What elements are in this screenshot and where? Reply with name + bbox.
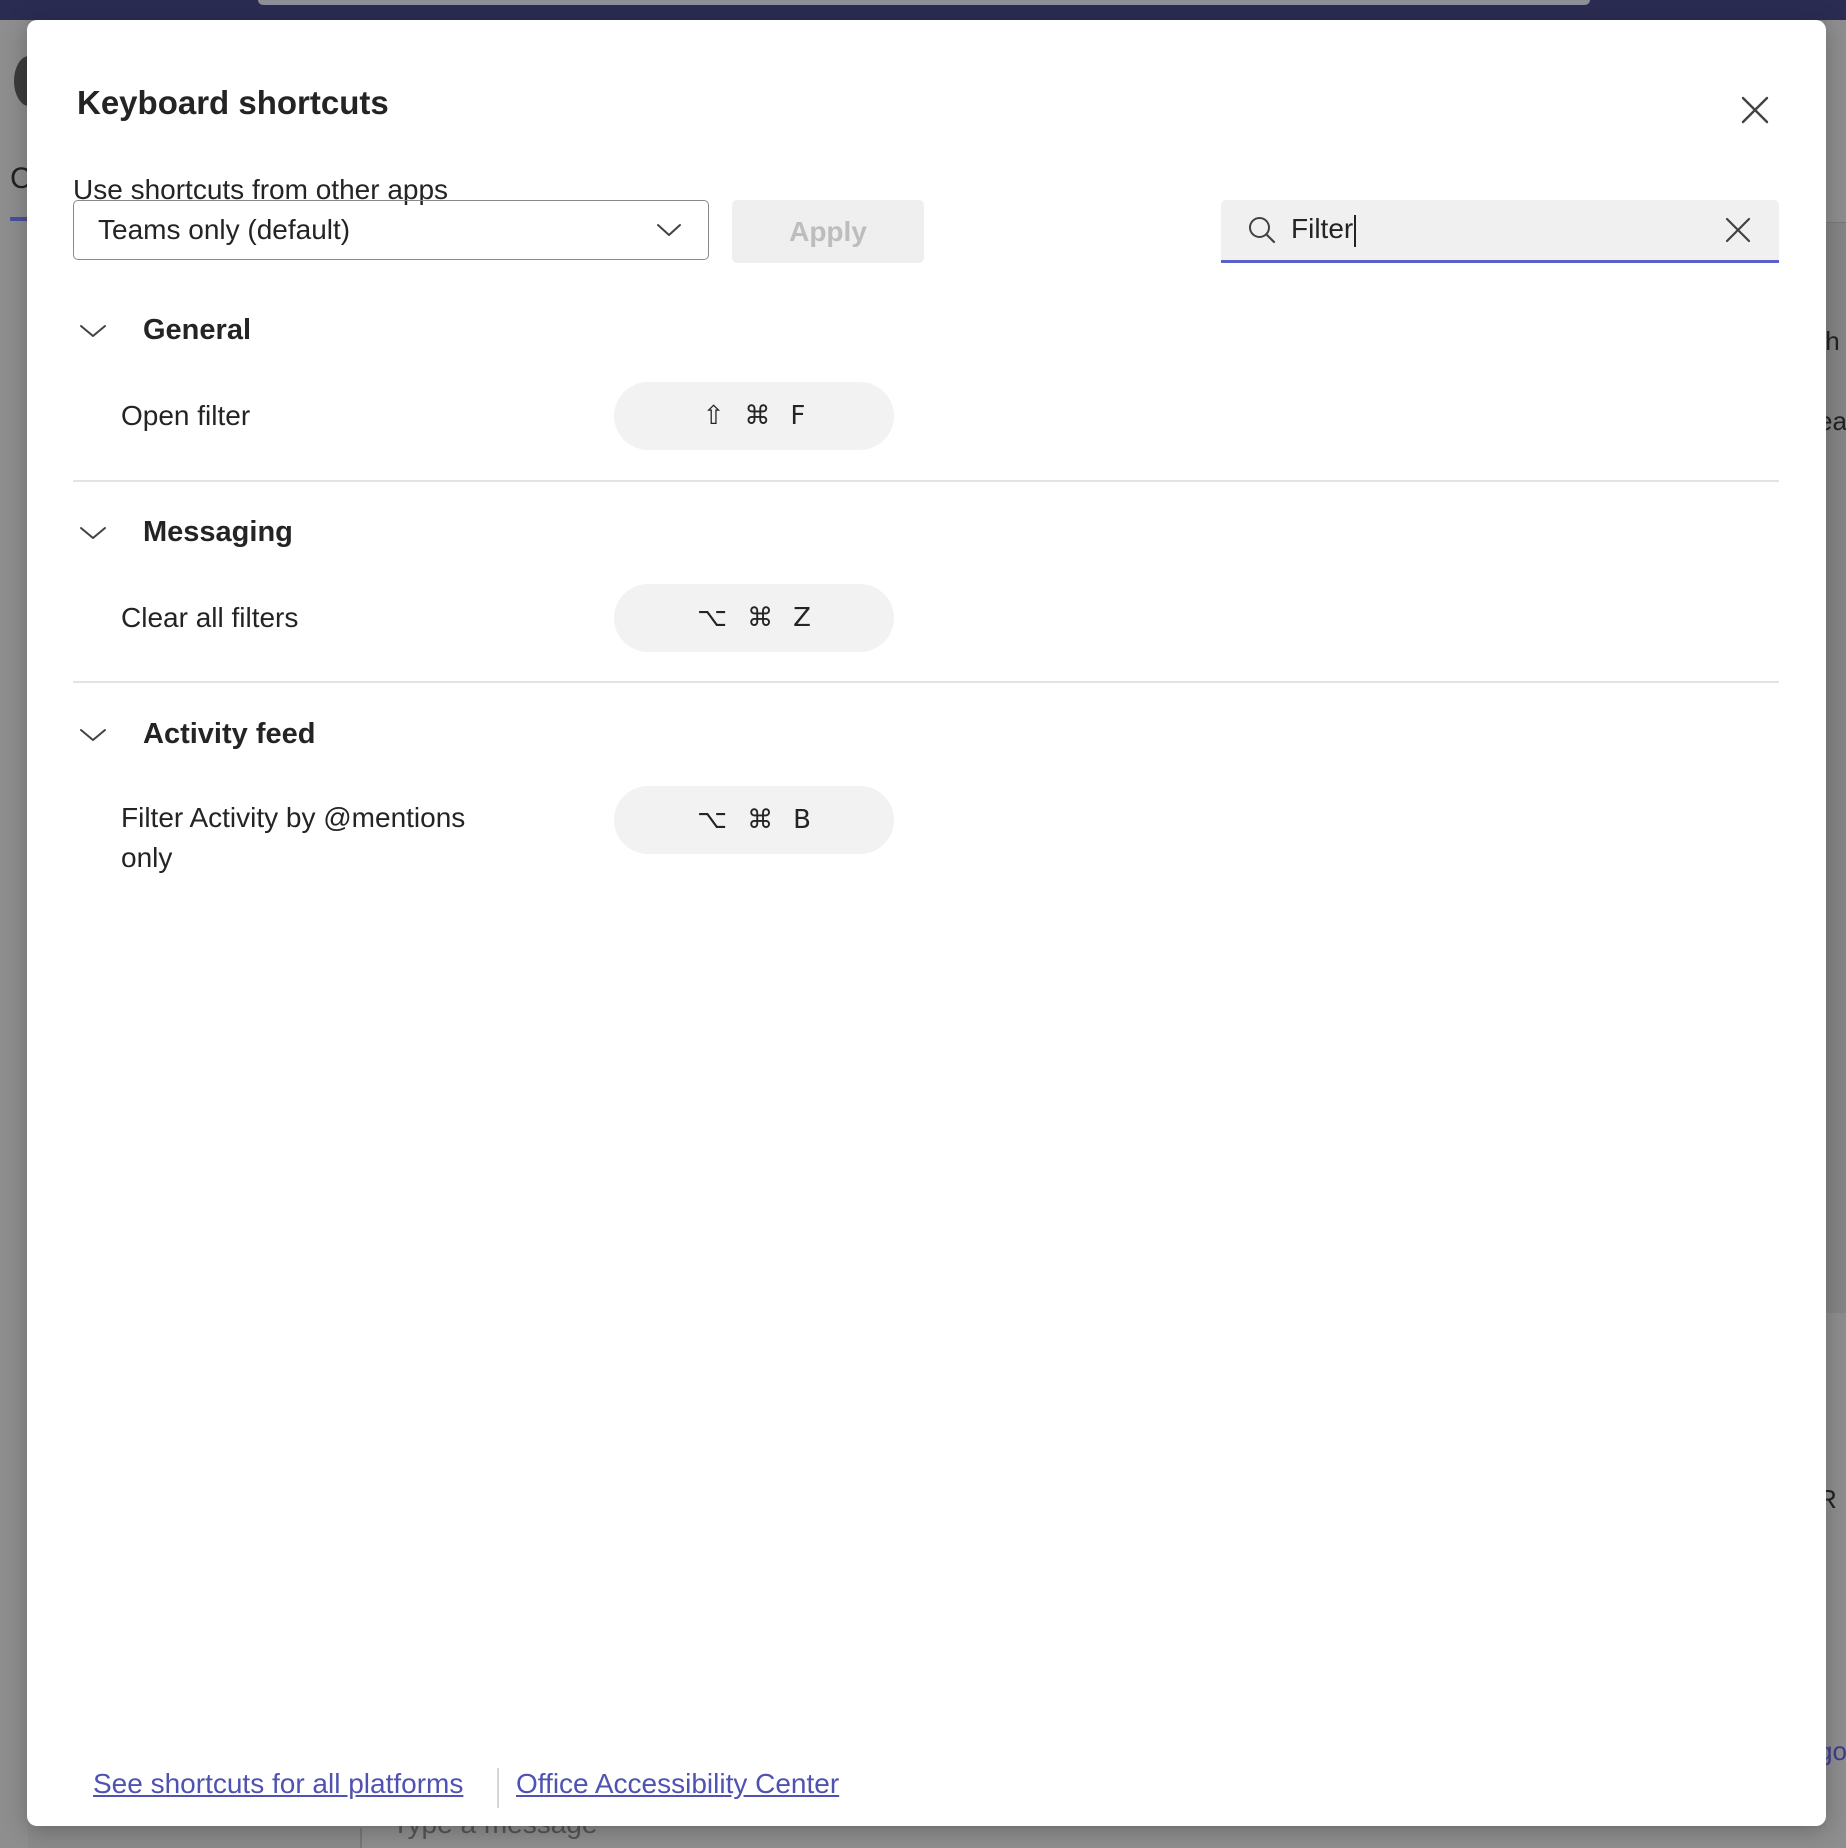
key: ⌥: [697, 805, 728, 835]
shortcut-label: Open filter: [121, 400, 251, 431]
key: ⌥: [697, 603, 728, 633]
footer-separator: [497, 1768, 499, 1808]
key: ⌘: [747, 603, 774, 633]
see-all-platforms-link[interactable]: See shortcuts for all platforms: [93, 1768, 463, 1800]
search-value-wrap: Filter: [1291, 213, 1725, 247]
dialog-title: Keyboard shortcuts: [77, 84, 389, 121]
app-search-bar: [258, 0, 1590, 5]
key: Z: [793, 603, 811, 633]
key: ⌘: [747, 805, 774, 835]
shortcut-keys: ⇧ ⌘ F: [614, 382, 894, 450]
dropdown-value: Teams only (default): [98, 214, 351, 245]
search-value: Filter: [1291, 213, 1354, 245]
close-icon: [1725, 217, 1751, 243]
chevron-down-icon: [79, 525, 109, 541]
chevron-down-icon: [79, 727, 109, 743]
office-accessibility-center-link[interactable]: Office Accessibility Center: [516, 1768, 839, 1800]
section-title: Activity feed: [143, 718, 316, 750]
section-title: General: [143, 314, 251, 346]
clear-search-button[interactable]: [1725, 217, 1751, 243]
app-left-rail: [0, 20, 28, 1848]
background-tab-underline: [10, 217, 28, 221]
keyboard-shortcuts-dialog: Keyboard shortcuts Use shortcuts from ot…: [27, 20, 1826, 1826]
search-input[interactable]: Filter: [1221, 200, 1779, 263]
section-messaging-toggle[interactable]: Messaging: [79, 516, 293, 549]
chevron-down-icon: [79, 323, 109, 339]
key: B: [793, 805, 811, 835]
apply-button[interactable]: Apply: [732, 200, 924, 263]
shortcut-keys: ⌥ ⌘ B: [614, 786, 894, 854]
key: ⇧: [702, 401, 725, 431]
text-caret: [1354, 214, 1357, 247]
key: ⌘: [744, 401, 771, 431]
section-divider: [73, 480, 1779, 482]
shortcut-keys: ⌥ ⌘ Z: [614, 584, 894, 652]
shortcuts-source-dropdown[interactable]: Teams only (default): [73, 200, 709, 260]
search-icon: [1247, 215, 1277, 245]
section-general-toggle[interactable]: General: [79, 314, 251, 347]
close-icon: [1741, 96, 1769, 124]
shortcut-label: Filter Activity by @mentions only: [121, 802, 466, 873]
chevron-down-icon: [656, 222, 682, 238]
section-title: Messaging: [143, 516, 293, 548]
shortcut-label: Clear all filters: [121, 602, 299, 633]
key: F: [790, 401, 806, 431]
section-divider: [73, 681, 1779, 683]
app-top-bar: [0, 0, 1846, 20]
close-button[interactable]: [1733, 88, 1777, 132]
section-activity-feed-toggle[interactable]: Activity feed: [79, 718, 315, 751]
